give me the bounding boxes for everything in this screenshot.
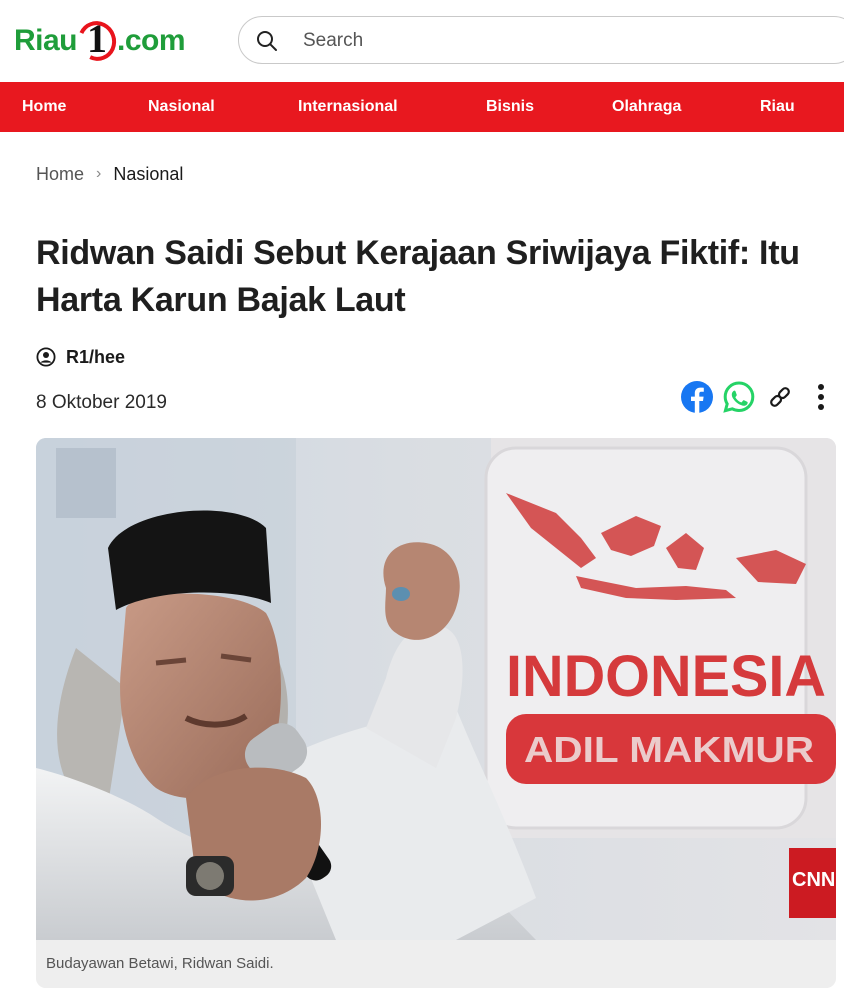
share-whatsapp-button[interactable] — [722, 380, 756, 414]
share-copy-link-button[interactable] — [766, 380, 794, 414]
logo-text-right: .com — [117, 24, 186, 57]
share-facebook-button[interactable] — [680, 380, 714, 414]
logo-text-left: Riau — [14, 24, 78, 57]
image-caption: Budayawan Betawi, Ridwan Saidi. — [36, 940, 836, 988]
logo-number-mark: 1 — [72, 15, 122, 67]
breadcrumb-current: Nasional — [113, 163, 184, 184]
watermark-text: CNN — [792, 869, 835, 891]
logo-number: 1 — [87, 16, 108, 61]
banner-subtext: ADIL MAKMUR — [524, 729, 814, 770]
more-vertical-icon — [818, 384, 824, 410]
article-featured-figure: INDONESIA ADIL MAKMUR CNN Budayawan Beta… — [36, 438, 836, 988]
nav-item-olahraga[interactable]: Olahraga — [612, 82, 681, 132]
search-box[interactable] — [238, 16, 844, 64]
nav-item-bisnis[interactable]: Bisnis — [486, 82, 534, 132]
breadcrumb: Home › Nasional — [36, 160, 183, 188]
nav-item-nasional[interactable]: Nasional — [148, 82, 215, 132]
main-nav: Home Nasional Internasional Bisnis Olahr… — [0, 82, 844, 132]
author-name[interactable]: R1/hee — [66, 347, 125, 368]
site-logo[interactable]: Riau 1 .com — [14, 14, 186, 68]
user-circle-icon — [36, 347, 56, 367]
article-title: Ridwan Saidi Sebut Kerajaan Sriwijaya Fi… — [36, 234, 800, 319]
more-options-button[interactable] — [808, 380, 834, 414]
article-author: R1/hee — [36, 344, 125, 370]
site-header: Riau 1 .com — [0, 0, 844, 82]
nav-item-internasional[interactable]: Internasional — [298, 82, 398, 132]
breadcrumb-home-link[interactable]: Home — [36, 164, 84, 185]
search-input[interactable] — [303, 25, 803, 57]
article-date: 8 Oktober 2019 — [36, 392, 167, 413]
facebook-icon — [681, 381, 713, 413]
banner-text: INDONESIA — [506, 644, 826, 709]
whatsapp-icon — [723, 381, 755, 413]
search-icon[interactable] — [255, 29, 279, 53]
article-photo[interactable]: INDONESIA ADIL MAKMUR CNN — [36, 438, 836, 940]
link-icon — [770, 387, 790, 407]
nav-item-home[interactable]: Home — [22, 82, 66, 132]
nav-item-riau[interactable]: Riau — [760, 82, 795, 132]
breadcrumb-separator: › — [96, 165, 102, 182]
